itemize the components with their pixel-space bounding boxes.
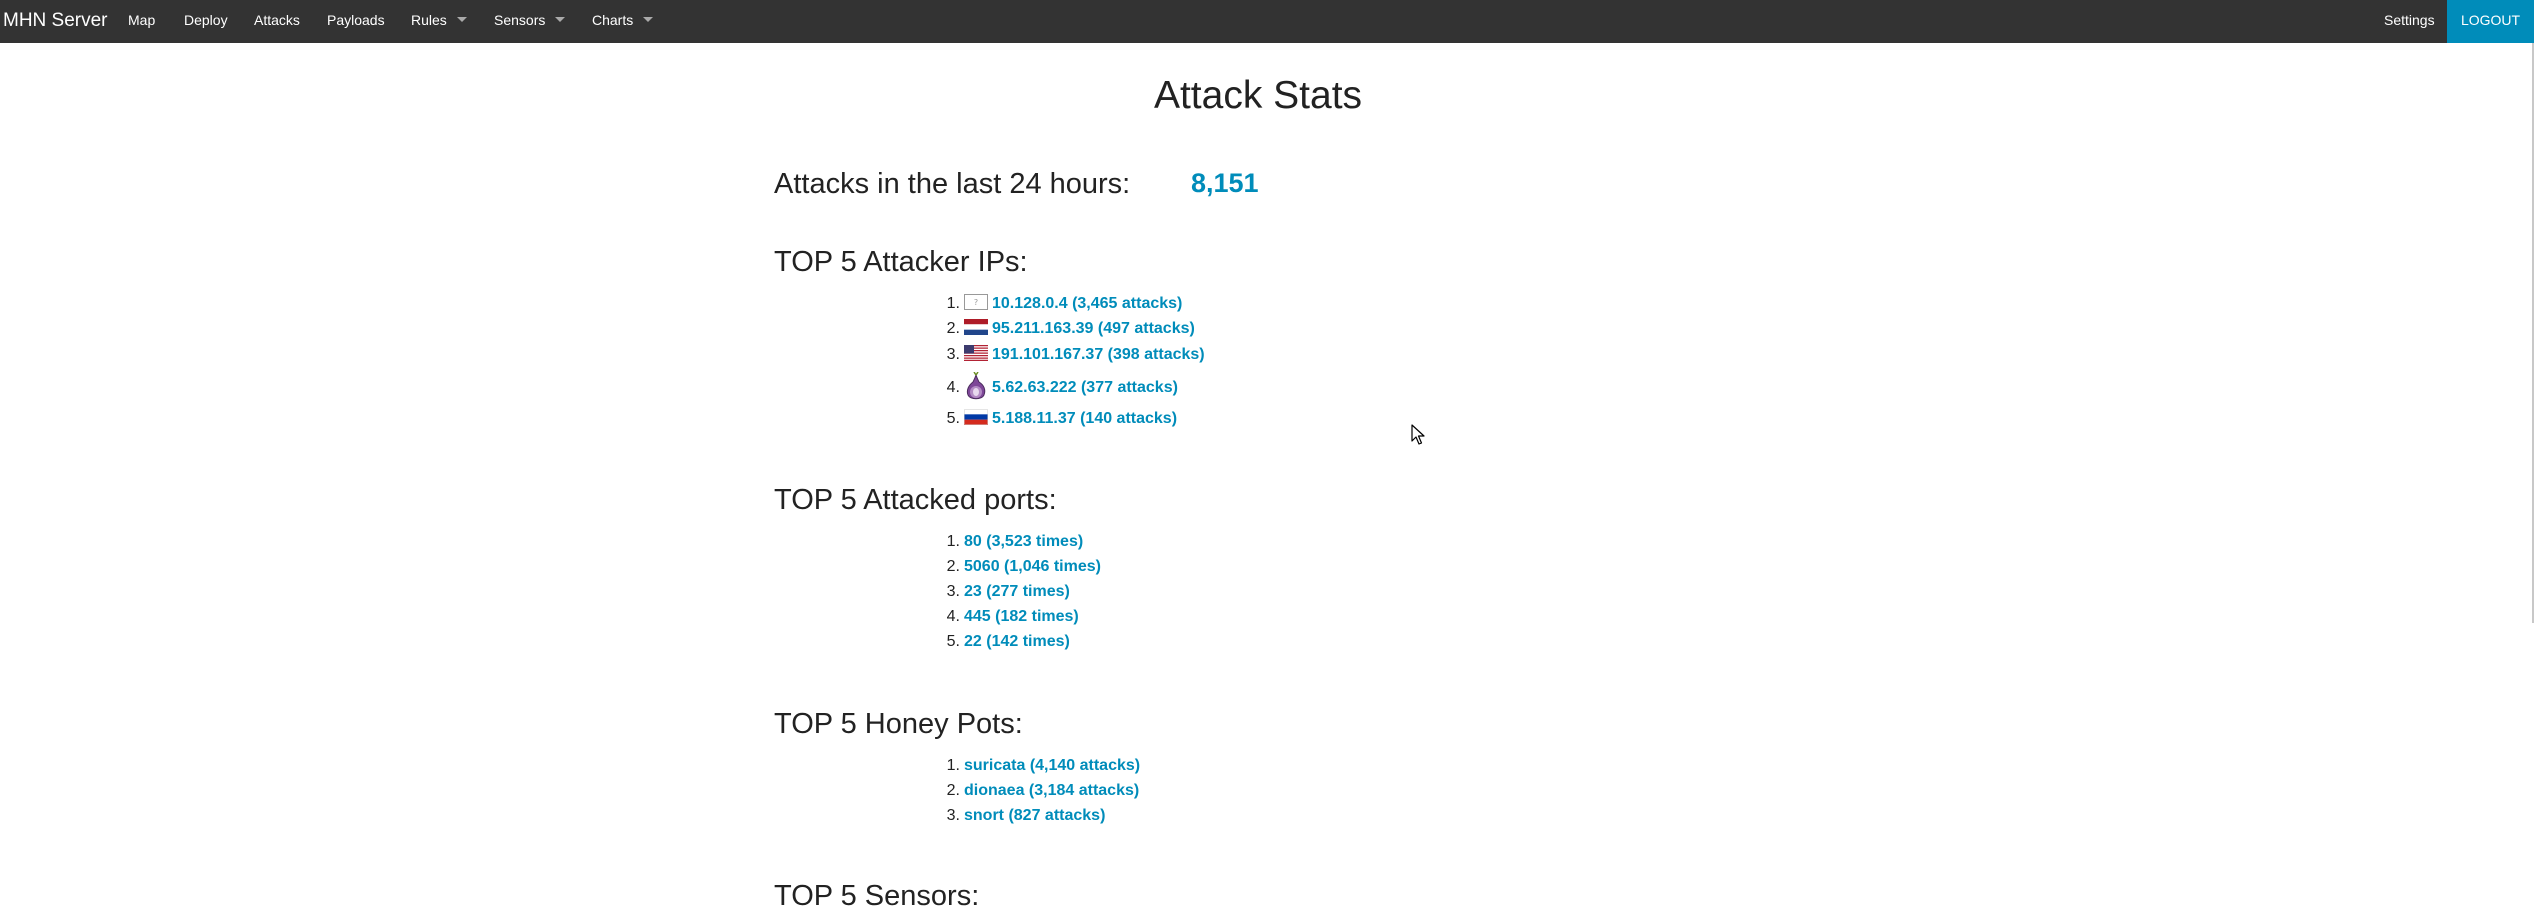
port-link[interactable]: 22 (142 times) bbox=[964, 633, 1070, 650]
nav-sensors-label: Sensors bbox=[494, 12, 546, 28]
nav-map-label: Map bbox=[128, 12, 156, 28]
port-link[interactable]: 23 (277 times) bbox=[964, 583, 1070, 600]
svg-text:?: ? bbox=[974, 298, 978, 307]
attacks-24h-label: Attacks in the last 24 hours: bbox=[774, 168, 1131, 200]
list-number: 3. bbox=[946, 583, 960, 600]
tor-onion-icon bbox=[966, 372, 986, 400]
list-number: 1. bbox=[946, 295, 960, 312]
nav-charts-label: Charts bbox=[592, 12, 634, 28]
attacker-ip-link[interactable]: 5.62.63.222 (377 attacks) bbox=[992, 379, 1178, 396]
sensors-heading: TOP 5 Sensors: bbox=[774, 880, 980, 912]
list-item: 4. 445 (182 times) bbox=[940, 605, 1079, 629]
list-item: 2. 95.211.163.39 (497 attacks) bbox=[940, 317, 1195, 341]
russia-flag-icon bbox=[964, 408, 988, 425]
list-number: 1. bbox=[946, 757, 960, 774]
nav-sensors-dropdown[interactable]: Sensors bbox=[494, 0, 566, 43]
list-item: 5. 22 (142 times) bbox=[940, 630, 1070, 654]
list-number: 4. bbox=[946, 608, 960, 625]
mouse-cursor-icon bbox=[1411, 424, 1425, 445]
list-item: 4. 5.62.63.222 (377 attacks) bbox=[940, 372, 1178, 403]
list-item: 3. 191.101.167.37 (398 attacks) bbox=[940, 343, 1205, 367]
list-item: 1.? 10.128.0.4 (3,465 attacks) bbox=[940, 292, 1182, 316]
attacked-ports-heading: TOP 5 Attacked ports: bbox=[774, 484, 1057, 516]
caret-down-icon bbox=[643, 16, 654, 22]
attacks-24h-count: 8,151 bbox=[1191, 168, 1259, 198]
nav-deploy[interactable]: Deploy bbox=[184, 0, 228, 43]
list-item: 3. snort (827 attacks) bbox=[940, 804, 1106, 828]
list-number: 3. bbox=[946, 346, 960, 363]
nav-charts-dropdown[interactable]: Charts bbox=[592, 0, 654, 43]
list-item: 1. 80 (3,523 times) bbox=[940, 530, 1084, 554]
nav-payloads[interactable]: Payloads bbox=[327, 0, 385, 43]
caret-down-icon bbox=[456, 16, 467, 22]
attacker-ip-link[interactable]: 191.101.167.37 (398 attacks) bbox=[992, 346, 1205, 363]
list-item: 5. 5.188.11.37 (140 attacks) bbox=[940, 407, 1177, 431]
caret-down-icon bbox=[555, 16, 566, 22]
attacker-ip-link[interactable]: 95.211.163.39 (497 attacks) bbox=[992, 320, 1195, 337]
honeypot-link[interactable]: dionaea (3,184 attacks) bbox=[964, 782, 1139, 799]
nav-rules-dropdown[interactable]: Rules bbox=[411, 0, 467, 43]
list-item: 3. 23 (277 times) bbox=[940, 580, 1070, 604]
list-item: 1. suricata (4,140 attacks) bbox=[940, 754, 1140, 778]
nav-attacks-label: Attacks bbox=[254, 12, 300, 28]
port-link[interactable]: 80 (3,523 times) bbox=[964, 533, 1083, 550]
list-number: 5. bbox=[946, 633, 960, 650]
list-number: 2. bbox=[946, 558, 960, 575]
nav-deploy-label: Deploy bbox=[184, 12, 228, 28]
list-number: 5. bbox=[946, 410, 960, 427]
attacker-ip-link[interactable]: 5.188.11.37 (140 attacks) bbox=[992, 410, 1177, 427]
nav-map[interactable]: Map bbox=[128, 0, 155, 43]
list-number: 4. bbox=[946, 379, 960, 397]
nav-settings-label: Settings bbox=[2384, 12, 2435, 28]
usa-flag-icon bbox=[964, 344, 988, 361]
attacker-ip-link[interactable]: 10.128.0.4 (3,465 attacks) bbox=[992, 295, 1182, 312]
honeypot-link[interactable]: snort (827 attacks) bbox=[964, 807, 1105, 824]
port-link[interactable]: 5060 (1,046 times) bbox=[964, 558, 1101, 575]
list-number: 1. bbox=[946, 533, 960, 550]
list-number: 2. bbox=[946, 782, 960, 799]
honeypots-heading: TOP 5 Honey Pots: bbox=[774, 708, 1023, 740]
netherlands-flag-icon bbox=[964, 318, 988, 335]
nav-settings[interactable]: Settings bbox=[2384, 0, 2435, 43]
top-navbar: MHN Server Map Deploy Attacks Payloads R… bbox=[0, 0, 2534, 43]
list-item: 2. dionaea (3,184 attacks) bbox=[940, 779, 1140, 803]
nav-attacks[interactable]: Attacks bbox=[254, 0, 300, 43]
list-item: 2. 5060 (1,046 times) bbox=[940, 555, 1101, 579]
list-number: 2. bbox=[946, 320, 960, 337]
nav-payloads-label: Payloads bbox=[327, 12, 385, 28]
page-title: Attack Stats bbox=[1153, 74, 1363, 117]
list-number: 3. bbox=[946, 807, 960, 824]
nav-rules-label: Rules bbox=[411, 12, 447, 28]
port-link[interactable]: 445 (182 times) bbox=[964, 608, 1079, 625]
attacker-ips-heading: TOP 5 Attacker IPs: bbox=[774, 246, 1028, 278]
logout-button[interactable]: LOGOUT bbox=[2447, 0, 2534, 43]
brand-link[interactable]: MHN Server bbox=[3, 0, 108, 43]
unknown-flag-icon: ? bbox=[964, 293, 988, 310]
honeypot-link[interactable]: suricata (4,140 attacks) bbox=[964, 757, 1140, 774]
